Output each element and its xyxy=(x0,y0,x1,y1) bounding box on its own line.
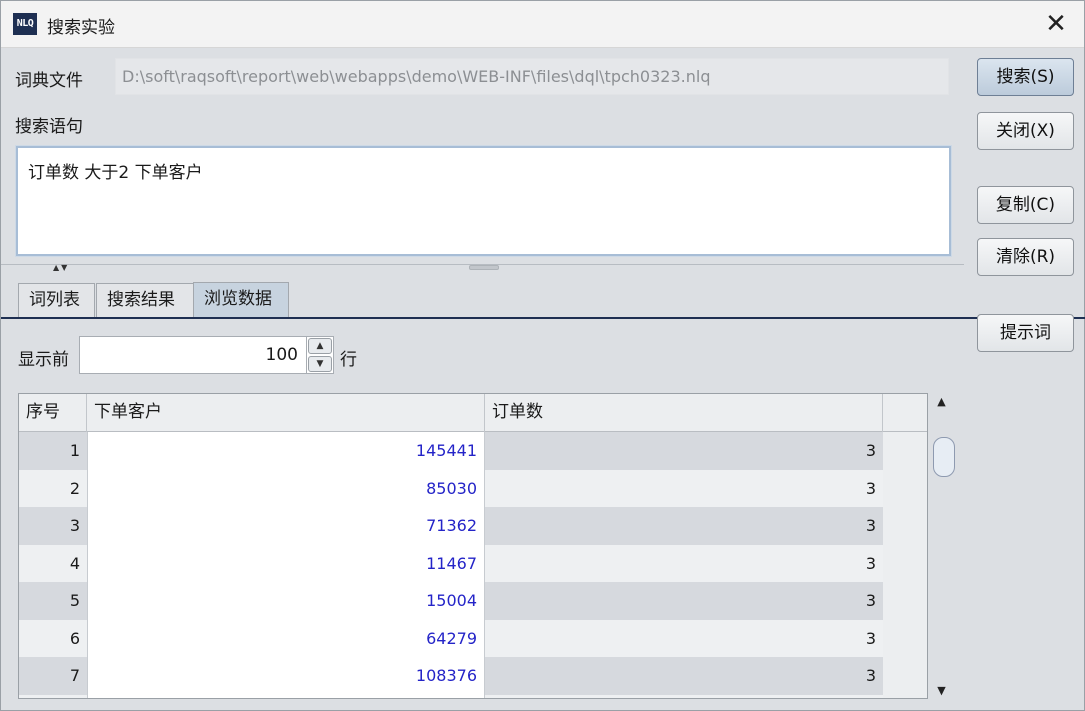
column-header-index[interactable]: 序号 xyxy=(19,394,87,432)
table-row-partial[interactable] xyxy=(19,694,883,699)
column-header-order-count[interactable]: 订单数 xyxy=(485,394,883,432)
cell-index: 4 xyxy=(69,553,80,573)
cell-index xyxy=(19,695,87,699)
dict-file-field: D:\soft\raqsoft\report\web\webapps\demo\… xyxy=(115,58,949,95)
close-button[interactable]: 关闭(X) xyxy=(977,112,1074,150)
cell-customer[interactable]: 108376 xyxy=(87,657,485,695)
splitter-grip[interactable] xyxy=(469,265,499,270)
table-header: 序号 下单客户 订单数 xyxy=(19,394,927,432)
cell-customer[interactable]: 11467 xyxy=(87,544,485,582)
spinner-buttons: ▲ ▼ xyxy=(306,337,333,373)
cell-customer[interactable]: 71362 xyxy=(87,507,485,545)
cell-order-count: 3 xyxy=(865,553,876,573)
row-count-spinner[interactable]: 100 ▲ ▼ xyxy=(79,336,334,374)
show-prefix-label: 显示前 xyxy=(18,350,69,370)
spin-down-icon[interactable]: ▼ xyxy=(308,356,332,372)
tab-word-list[interactable]: 词列表 xyxy=(18,283,95,318)
cell-order-count xyxy=(485,695,883,699)
search-button[interactable]: 搜索(S) xyxy=(977,58,1074,96)
cell-customer[interactable]: 15004 xyxy=(87,582,485,620)
nlq-app-icon: NLQ xyxy=(13,13,37,35)
scroll-thumb[interactable] xyxy=(933,437,955,477)
cell-order-count: 3 xyxy=(865,628,876,648)
table-row[interactable]: 6 64279 3 xyxy=(19,619,883,657)
cell-index: 5 xyxy=(69,591,80,610)
cell-index: 2 xyxy=(69,478,80,498)
table-vertical-scrollbar[interactable]: ▲ ▼ xyxy=(931,393,955,700)
table-row[interactable]: 5 15004 3 xyxy=(19,582,883,620)
cell-index: 1 xyxy=(69,441,80,460)
splitter[interactable]: ▲▼ xyxy=(1,261,964,273)
search-experiment-dialog: NLQ 搜索实验 ✕ 词典文件 D:\soft\raqsoft\report\w… xyxy=(0,0,1085,711)
scroll-down-icon[interactable]: ▼ xyxy=(933,682,950,700)
row-count-input[interactable]: 100 xyxy=(80,337,306,373)
tab-underline xyxy=(1,317,964,319)
spin-up-icon[interactable]: ▲ xyxy=(308,338,332,354)
table-row[interactable]: 1 145441 3 xyxy=(19,432,883,470)
cell-customer[interactable]: 145441 xyxy=(87,432,485,470)
table-row[interactable]: 7 108376 3 xyxy=(19,657,883,695)
scroll-track[interactable] xyxy=(933,411,955,681)
cell-order-count: 3 xyxy=(865,516,876,535)
splitter-arrows-icon[interactable]: ▲▼ xyxy=(53,263,69,272)
tab-search-results[interactable]: 搜索结果 xyxy=(96,283,206,318)
table-row[interactable]: 2 85030 3 xyxy=(19,469,883,507)
column-header-customer[interactable]: 下单客户 xyxy=(87,394,485,432)
hint-words-button[interactable]: 提示词 xyxy=(977,314,1074,352)
table-row[interactable]: 4 11467 3 xyxy=(19,544,883,582)
cell-index: 3 xyxy=(69,516,80,535)
table-empty-area xyxy=(883,432,927,698)
query-textarea[interactable]: 订单数 大于2 下单客户 xyxy=(16,146,951,256)
cell-order-count: 3 xyxy=(865,666,876,685)
title-bar: NLQ 搜索实验 ✕ xyxy=(1,1,1084,48)
cell-index: 7 xyxy=(69,666,80,685)
data-table: 序号 下单客户 订单数 1 145441 3 2 85030 3 3 71362… xyxy=(18,393,928,699)
close-icon[interactable]: ✕ xyxy=(1038,7,1074,43)
cell-customer[interactable]: 64279 xyxy=(87,619,485,657)
tab-browse-data[interactable]: 浏览数据 xyxy=(193,282,289,318)
cell-customer[interactable]: 85030 xyxy=(87,469,485,507)
table-row[interactable]: 3 71362 3 xyxy=(19,507,883,545)
cell-customer[interactable] xyxy=(87,694,485,698)
dict-file-label: 词典文件 xyxy=(15,71,83,91)
cell-order-count: 3 xyxy=(865,441,876,460)
show-suffix-label: 行 xyxy=(340,350,357,370)
scroll-up-icon[interactable]: ▲ xyxy=(933,393,950,411)
cell-order-count: 3 xyxy=(865,591,876,610)
query-label: 搜索语句 xyxy=(15,117,83,137)
copy-button[interactable]: 复制(C) xyxy=(977,186,1074,224)
window-title: 搜索实验 xyxy=(47,18,115,38)
clear-button[interactable]: 清除(R) xyxy=(977,238,1074,276)
cell-index: 6 xyxy=(69,628,80,648)
cell-order-count: 3 xyxy=(865,478,876,498)
